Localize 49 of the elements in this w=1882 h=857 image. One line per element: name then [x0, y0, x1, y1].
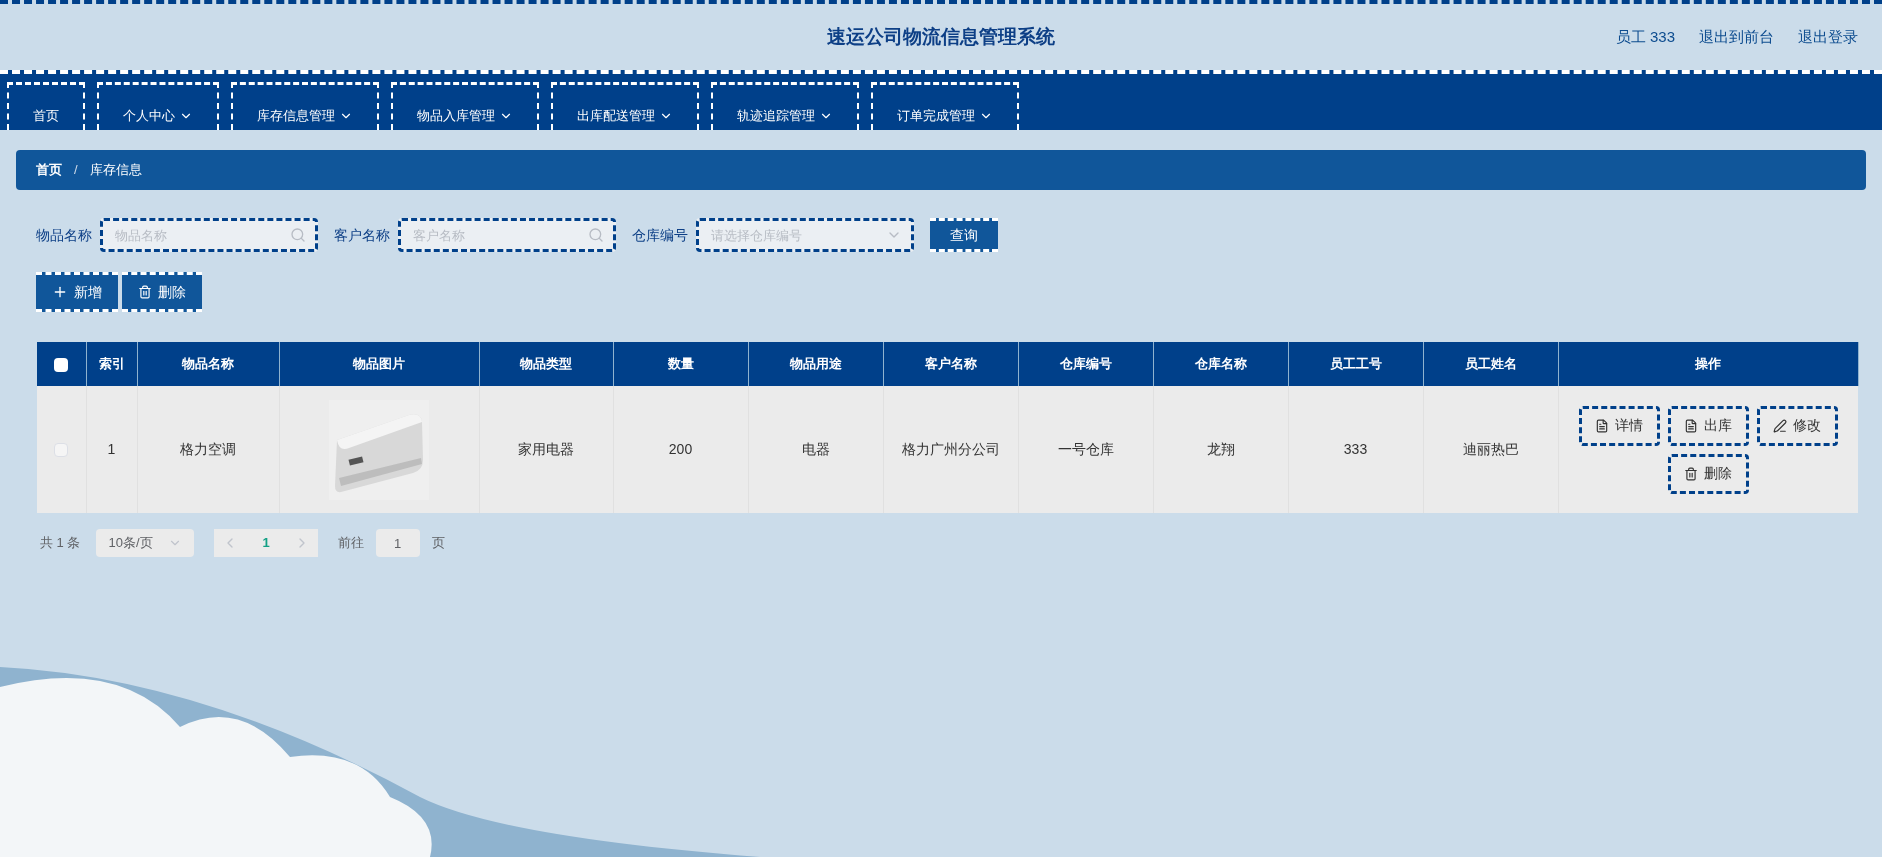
- add-button[interactable]: 新增: [36, 272, 118, 312]
- row-action-button[interactable]: 出库: [1667, 405, 1749, 446]
- table-cell: 格力空调: [180, 441, 236, 457]
- system-title: 速运公司物流信息管理系统: [827, 24, 1055, 49]
- filter-label: 客户名称: [334, 225, 390, 245]
- nav-tab[interactable]: 轨迹追踪管理: [711, 82, 859, 130]
- document-icon: [1684, 418, 1699, 433]
- delete-button[interactable]: 删除: [122, 272, 202, 312]
- breadcrumb-item[interactable]: 首页: [36, 160, 62, 180]
- table-cell: 333: [1343, 441, 1368, 457]
- page-size-select[interactable]: 10条/页: [96, 529, 195, 557]
- search-icon: [588, 227, 604, 243]
- search-icon: [290, 227, 306, 243]
- trash-icon: [1684, 466, 1699, 481]
- table-cell: 家用电器: [518, 441, 574, 457]
- nav-tab[interactable]: 订单完成管理: [871, 82, 1019, 130]
- row-action-button[interactable]: 详情: [1578, 405, 1660, 446]
- nav-tab[interactable]: 物品入库管理: [391, 82, 539, 130]
- nav-tab[interactable]: 出库配送管理: [551, 82, 699, 130]
- table-cell: 格力广州分公司: [901, 441, 1000, 457]
- goto-label: 前往: [337, 534, 364, 553]
- breadcrumb-separator: /: [73, 161, 79, 180]
- row-action-button[interactable]: 删除: [1667, 453, 1749, 494]
- document-icon: [1595, 418, 1610, 433]
- select-all-checkbox[interactable]: [54, 357, 69, 372]
- goto-suffix: 页: [431, 534, 445, 553]
- goto-page-field[interactable]: 1: [375, 529, 420, 557]
- pen-icon: [1773, 418, 1788, 433]
- header-link[interactable]: 退出到前台: [1699, 25, 1774, 49]
- filter-label: 仓库编号: [632, 225, 688, 245]
- nav-tab[interactable]: 库存信息管理: [231, 82, 379, 130]
- row-action-button[interactable]: 修改: [1756, 405, 1838, 446]
- breadcrumb-item[interactable]: 库存信息: [89, 160, 142, 180]
- plus-icon: [52, 284, 68, 300]
- total-count: 共 1 条: [40, 534, 81, 553]
- filter-label: 物品名称: [36, 225, 92, 245]
- row-checkbox[interactable]: [54, 443, 69, 458]
- table-cell: 200: [668, 441, 693, 457]
- nav-tab[interactable]: 个人中心: [97, 82, 219, 130]
- table-cell: 一号仓库: [1057, 441, 1114, 457]
- table-cell: 龙翔: [1206, 441, 1235, 457]
- query-button[interactable]: 查询: [930, 218, 998, 252]
- header-link[interactable]: 退出登录: [1798, 25, 1858, 49]
- table-cell: 电器: [801, 441, 830, 457]
- table-cell: 1: [107, 441, 116, 457]
- trash-icon: [138, 285, 152, 299]
- user-label: 员工 333: [1615, 26, 1675, 47]
- table-cell: 迪丽热巴: [1462, 441, 1519, 457]
- nav-tab[interactable]: 首页: [7, 82, 85, 130]
